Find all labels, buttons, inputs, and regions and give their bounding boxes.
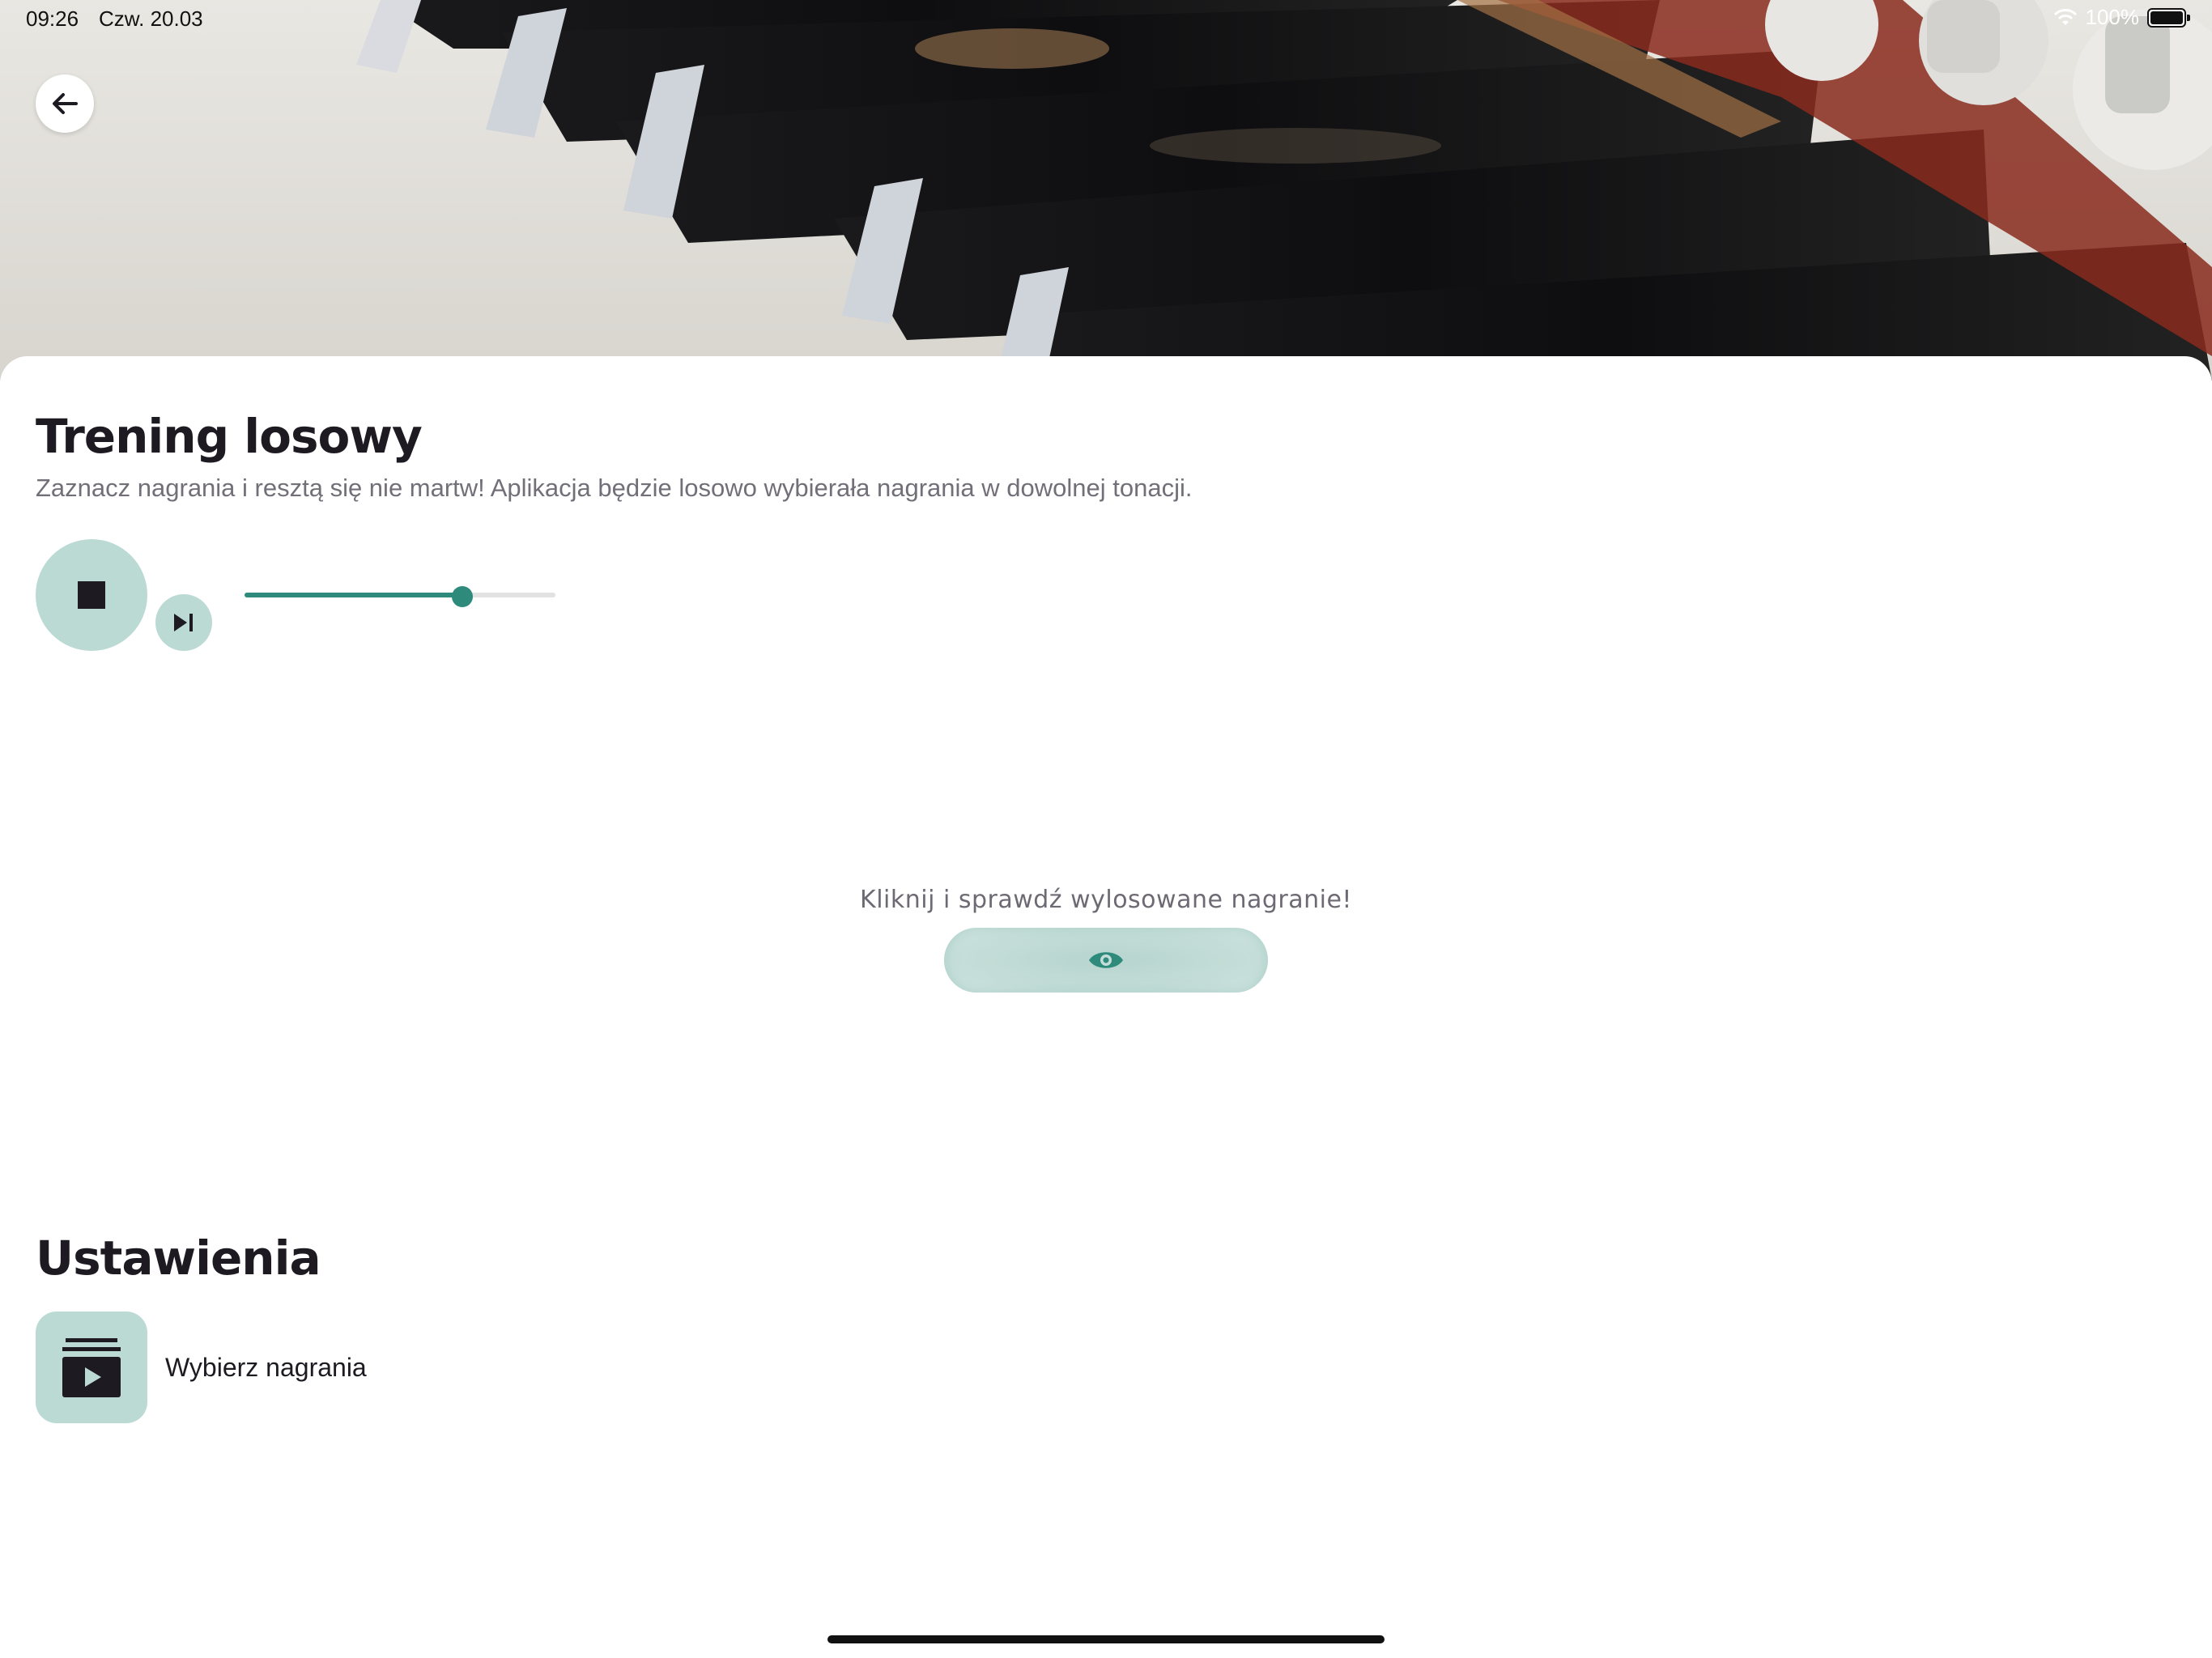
- setting-item-label: Wybierz nagrania: [165, 1352, 367, 1382]
- content-card: [0, 356, 2212, 1658]
- settings-title: Ustawienia: [36, 1231, 321, 1286]
- status-date: Czw. 20.03: [99, 6, 203, 31]
- setting-item-select-recordings[interactable]: Wybierz nagrania: [36, 1312, 367, 1423]
- skip-next-button[interactable]: [155, 594, 212, 651]
- status-right: 100%: [2053, 5, 2190, 30]
- status-time: 09:26: [26, 6, 79, 31]
- page-subtitle: Zaznacz nagrania i resztą się nie martw!…: [36, 474, 1193, 502]
- video-library-icon: [62, 1338, 121, 1397]
- battery-icon: [2147, 7, 2190, 28]
- reveal-hint: Kliknij i sprawdź wylosowane nagranie!: [860, 886, 1352, 914]
- home-indicator[interactable]: [827, 1635, 1385, 1643]
- reveal-recording-button[interactable]: [944, 928, 1268, 993]
- wifi-icon: [2053, 8, 2077, 25]
- back-button[interactable]: [36, 74, 94, 133]
- status-bar: 09:26 Czw. 20.03 100%: [0, 0, 2212, 39]
- volume-slider[interactable]: [245, 586, 555, 607]
- stop-button[interactable]: [36, 539, 147, 651]
- setting-icon-box: [36, 1312, 147, 1423]
- eye-icon: [1089, 952, 1123, 968]
- arrow-left-icon: [53, 93, 78, 114]
- slider-fill: [245, 593, 462, 597]
- piano-keys-photo: [0, 0, 2212, 380]
- battery-percent: 100%: [2085, 5, 2140, 29]
- header-image: [0, 0, 2212, 380]
- page-title: Trening losowy: [36, 409, 423, 464]
- skip-next-icon: [174, 614, 193, 631]
- stop-icon: [78, 581, 105, 609]
- slider-handle[interactable]: [451, 586, 473, 607]
